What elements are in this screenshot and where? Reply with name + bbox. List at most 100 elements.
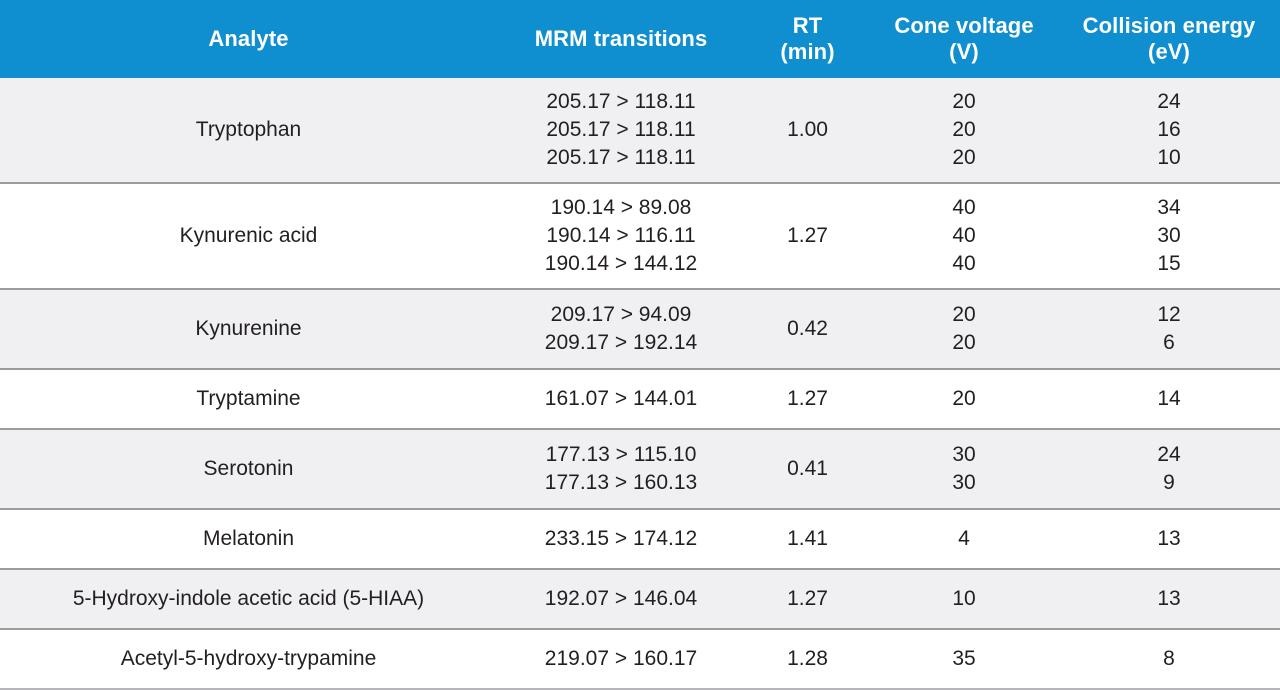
cell-collision-energy-stack: 34 30 15 [1058, 194, 1280, 278]
mrm-transition-value: 177.13 > 160.13 [544, 471, 698, 494]
cell-analyte: Tryptamine [0, 369, 497, 430]
cell-mrm-transitions: 233.15 > 174.12 [497, 509, 745, 570]
cone-voltage-value: 10 [952, 587, 976, 611]
cone-voltage-value: 40 [952, 224, 976, 248]
collision-energy-value: 12 [1157, 303, 1181, 327]
collision-energy-value: 16 [1157, 118, 1181, 142]
cell-cone-voltage: 40 40 40 [870, 183, 1058, 290]
cell-collision-energy: 12 6 [1058, 289, 1280, 370]
cone-voltage-value: 35 [952, 647, 976, 671]
table-header-row: Analyte MRM transitions RT (min) Cone vo… [0, 0, 1280, 78]
cell-mrm-transitions: 192.07 > 146.04 [497, 569, 745, 630]
mrm-transition-value: 190.14 > 89.08 [550, 196, 692, 220]
cell-rt: 1.28 [745, 629, 870, 690]
cell-mrm-transitions-stack: 205.17 > 118.11 205.17 > 118.11 205.17 > 1… [497, 88, 745, 172]
cell-cone-voltage: 20 20 20 [870, 78, 1058, 184]
cone-voltage-value: 20 [952, 118, 976, 142]
cell-analyte: Melatonin [0, 509, 497, 570]
collision-energy-value: 9 [1163, 471, 1175, 494]
cell-cone-voltage-stack: 10 [870, 585, 1058, 613]
column-header-rt-unit: (min) [780, 39, 835, 64]
cone-voltage-value: 20 [952, 303, 976, 327]
mrm-transition-value: 205.17 > 118.11 [546, 118, 696, 142]
cell-rt: 1.00 [745, 78, 870, 184]
cell-rt: 1.27 [745, 183, 870, 290]
mrm-transition-value: 177.13 > 115.10 [545, 443, 697, 467]
cell-collision-energy-stack: 12 6 [1058, 301, 1280, 357]
cell-mrm-transitions-stack: 190.14 > 89.08 190.14 > 116.11 190.14 > 14… [497, 194, 745, 278]
table-row: Kynurenic acid 190.14 > 89.08 190.14 > 116… [0, 183, 1280, 290]
collision-energy-value: 24 [1157, 90, 1181, 114]
mrm-transition-value: 233.15 > 174.12 [544, 527, 698, 551]
cell-analyte: Serotonin [0, 429, 497, 510]
cell-collision-energy: 24 9 [1058, 429, 1280, 510]
column-header-cone-voltage-unit: (V) [949, 39, 979, 64]
cone-voltage-value: 4 [958, 527, 970, 551]
cell-collision-energy: 8 [1058, 629, 1280, 690]
cell-cone-voltage: 20 20 [870, 289, 1058, 370]
cell-cone-voltage: 10 [870, 569, 1058, 630]
cell-rt: 0.42 [745, 289, 870, 370]
column-header-analyte: Analyte [0, 0, 497, 78]
collision-energy-value: 15 [1157, 251, 1181, 275]
cell-cone-voltage: 35 [870, 629, 1058, 690]
cell-collision-energy: 34 30 15 [1058, 183, 1280, 290]
column-header-collision-energy-label: Collision energy [1082, 13, 1256, 39]
table-row: Kynurenine 209.17 > 94.09 209.17 > 192.14 0… [0, 289, 1280, 370]
collision-energy-value: 13 [1157, 587, 1181, 611]
collision-energy-value: 30 [1157, 224, 1181, 248]
cell-analyte: Kynurenic acid [0, 183, 497, 290]
cone-voltage-value: 20 [952, 331, 976, 354]
cell-mrm-transitions: 205.17 > 118.11 205.17 > 118.11 205.17 > 1… [497, 78, 745, 184]
cell-cone-voltage-stack: 20 20 [870, 301, 1058, 357]
cell-cone-voltage: 20 [870, 369, 1058, 430]
table-row: Tryptophan 205.17 > 118.11 205.17 > 118.11… [0, 78, 1280, 184]
cell-collision-energy-stack: 24 16 10 [1058, 88, 1280, 172]
column-header-mrm-transitions: MRM transitions [497, 0, 745, 78]
column-header-rt: RT (min) [745, 0, 870, 78]
cell-mrm-transitions: 209.17 > 94.09 209.17 > 192.14 [497, 289, 745, 370]
cell-collision-energy-stack: 24 9 [1058, 441, 1280, 497]
cell-rt: 1.27 [745, 569, 870, 630]
cone-voltage-value: 20 [952, 387, 976, 411]
mrm-transition-value: 209.17 > 192.14 [544, 331, 698, 354]
cell-collision-energy: 24 16 10 [1058, 78, 1280, 184]
table-row: Tryptamine 161.07 > 144.01 1.27 20 14 [0, 369, 1280, 430]
mrm-transition-value: 190.14 > 144.12 [544, 251, 698, 275]
cell-collision-energy: 13 [1058, 509, 1280, 570]
cell-cone-voltage-stack: 30 30 [870, 441, 1058, 497]
table-header: Analyte MRM transitions RT (min) Cone vo… [0, 0, 1280, 78]
table-row: Serotonin 177.13 > 115.10 177.13 > 160.13 0… [0, 429, 1280, 510]
mrm-transition-value: 205.17 > 118.11 [546, 145, 696, 169]
cell-mrm-transitions-stack: 209.17 > 94.09 209.17 > 192.14 [497, 301, 745, 357]
cell-analyte: Tryptophan [0, 78, 497, 184]
cone-voltage-value: 40 [952, 196, 976, 220]
cell-mrm-transitions-stack: 192.07 > 146.04 [497, 585, 745, 613]
mrm-transitions-table-container: Analyte MRM transitions RT (min) Cone vo… [0, 0, 1280, 690]
cone-voltage-value: 30 [952, 471, 976, 494]
cell-cone-voltage-stack: 4 [870, 525, 1058, 553]
cell-rt: 1.27 [745, 369, 870, 430]
cell-cone-voltage-stack: 35 [870, 645, 1058, 673]
cell-collision-energy-stack: 13 [1058, 525, 1280, 553]
collision-energy-value: 13 [1157, 527, 1181, 551]
cell-cone-voltage: 4 [870, 509, 1058, 570]
mrm-transition-value: 190.14 > 116.11 [546, 224, 696, 248]
cell-rt: 1.41 [745, 509, 870, 570]
cone-voltage-value: 30 [952, 443, 976, 467]
collision-energy-value: 34 [1157, 196, 1181, 220]
cell-cone-voltage: 30 30 [870, 429, 1058, 510]
table-row: Melatonin 233.15 > 174.12 1.41 4 13 [0, 509, 1280, 570]
column-header-collision-energy: Collision energy (eV) [1058, 0, 1280, 78]
mrm-transitions-table: Analyte MRM transitions RT (min) Cone vo… [0, 0, 1280, 690]
cell-mrm-transitions: 161.07 > 144.01 [497, 369, 745, 430]
cell-mrm-transitions: 190.14 > 89.08 190.14 > 116.11 190.14 > 14… [497, 183, 745, 290]
cell-mrm-transitions-stack: 161.07 > 144.01 [497, 385, 745, 413]
cell-cone-voltage-stack: 20 [870, 385, 1058, 413]
mrm-transition-value: 209.17 > 94.09 [550, 303, 692, 327]
mrm-transition-value: 161.07 > 144.01 [544, 387, 698, 411]
collision-energy-value: 24 [1157, 443, 1181, 467]
cell-mrm-transitions: 219.07 > 160.17 [497, 629, 745, 690]
column-header-mrm-transitions-label: MRM transitions [534, 26, 708, 52]
cone-voltage-value: 20 [952, 145, 976, 169]
